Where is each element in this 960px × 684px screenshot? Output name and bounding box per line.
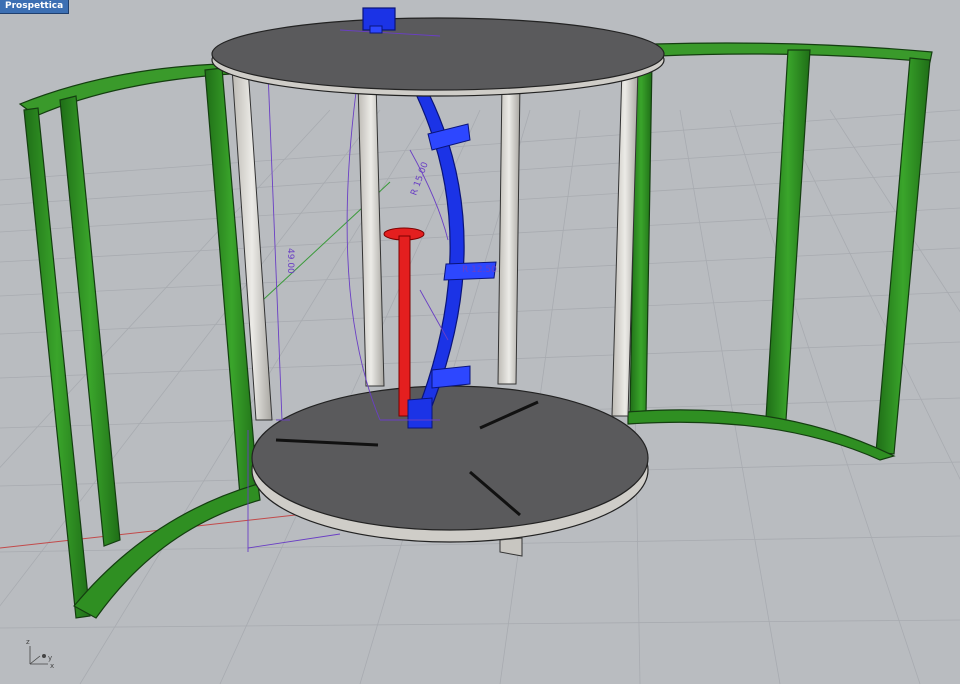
bottom-disk[interactable]	[251, 385, 649, 557]
axis-label-x: x	[50, 662, 54, 670]
radius-dimension-b: R 12.50	[462, 265, 497, 275]
height-dimension-label: 49.00	[285, 248, 295, 274]
viewport-title-tab[interactable]: Prospettica	[0, 0, 70, 14]
perspective-viewport[interactable]: 49.00 R 15.00 R 12.50 z y x Prospettica	[0, 0, 960, 684]
axis-label-y: y	[48, 654, 52, 662]
radius-dimension-a: R 15.00	[409, 161, 430, 197]
axis-label-z: z	[26, 638, 30, 646]
left-green-frame[interactable]	[18, 63, 261, 619]
3d-scene[interactable]: 49.00 R 15.00 R 12.50 z y x	[0, 0, 960, 684]
blue-curved-part[interactable]	[407, 83, 497, 429]
top-disk[interactable]	[211, 17, 665, 97]
axis-gizmo	[29, 646, 48, 665]
blue-motor-block[interactable]	[362, 7, 396, 34]
